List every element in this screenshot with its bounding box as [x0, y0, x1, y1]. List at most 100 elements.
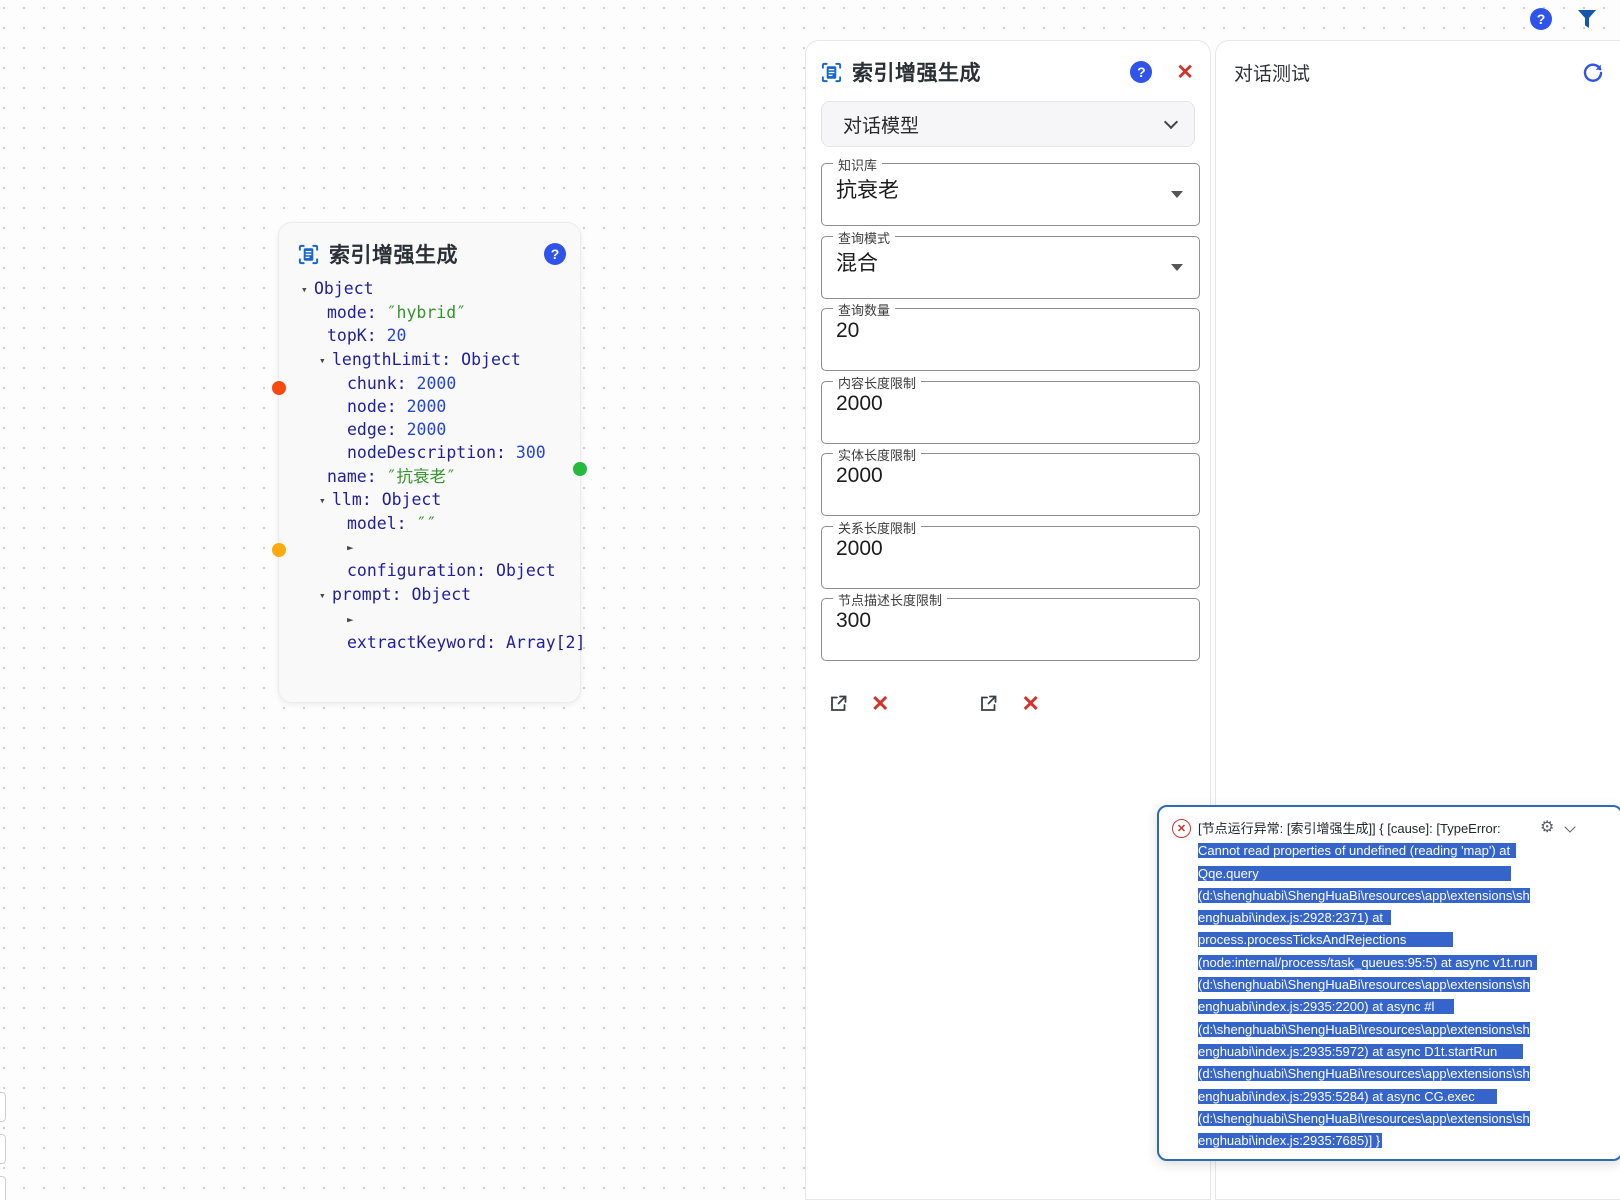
- tree-row[interactable]: model: ″″: [279, 512, 580, 535]
- tree-key: Object: [314, 279, 374, 298]
- form-field[interactable]: 查询数量 20: [821, 300, 1200, 371]
- tree-row[interactable]: nodeDescription: 300: [279, 441, 580, 464]
- expand-arrow-icon[interactable]: ►: [347, 536, 360, 559]
- form-field[interactable]: 关系长度限制 2000: [821, 517, 1200, 589]
- tree-row[interactable]: ►:: [279, 607, 580, 631]
- tree-key: lengthLimit: [332, 349, 442, 369]
- panel-title: 索引增强生成: [852, 62, 981, 85]
- node-icon: [820, 61, 843, 84]
- node-json-tree: ▾Object: mode: ″hybrid″ topK: 20 ▾length…: [279, 273, 585, 654]
- remove-button[interactable]: ✕: [1021, 692, 1039, 715]
- remove-button[interactable]: ✕: [871, 692, 889, 715]
- toolbar-button[interactable]: ▣: [0, 1176, 6, 1200]
- workflow-editor: { "accent": { "blue": "#2f54eb", "icon_b…: [0, 0, 1620, 1200]
- open-external-icon[interactable]: [828, 693, 849, 714]
- chevron-down-icon[interactable]: [1564, 820, 1577, 833]
- tree-value: 300: [515, 443, 546, 463]
- error-circle-x-icon: ✕: [1172, 819, 1191, 838]
- expand-arrow-icon[interactable]: ▾: [301, 278, 314, 301]
- field-label: 节点描述长度限制: [833, 590, 948, 609]
- field-value: 20: [836, 319, 860, 342]
- form-field[interactable]: 知识库 抗衰老: [821, 155, 1200, 226]
- field-value: 300: [836, 609, 872, 632]
- field-value: 抗衰老: [836, 179, 899, 202]
- node-help-button[interactable]: ?: [544, 243, 566, 265]
- tree-row[interactable]: configuration: Object: [279, 559, 580, 582]
- tree-row[interactable]: ▾ lengthLimit: Object: [279, 348, 580, 372]
- tree-value: ″″: [416, 514, 437, 534]
- tree-row[interactable]: topK: 20: [279, 324, 580, 347]
- tree-value: Object: [411, 584, 472, 604]
- refresh-icon[interactable]: [1582, 62, 1604, 84]
- toolbar-button[interactable]: –: [0, 1134, 6, 1164]
- tree-row[interactable]: chunk: 2000: [279, 372, 580, 395]
- tree-row[interactable]: ▾ prompt: Object: [279, 583, 580, 607]
- error-message: [节点运行异常: [索引增强生成]] { [cause]: [TypeError…: [1198, 818, 1537, 1152]
- gear-icon[interactable]: ⚙: [1540, 820, 1554, 836]
- error-line: (d:\shenghuabi\ShengHuaBi\resources\app\…: [1198, 1021, 1530, 1037]
- tree-row[interactable]: extractKeyword: Array[2]: [279, 631, 585, 654]
- expand-arrow-icon[interactable]: ▾: [319, 489, 332, 512]
- node-icon: [297, 243, 320, 266]
- tree-row[interactable]: ►:: [279, 535, 580, 559]
- workflow-node-index-augmented-generation[interactable]: 索引增强生成 ? ▾Object: mode: ″hybrid″ topK: 2…: [272, 222, 587, 703]
- error-line: Cannot read properties of undefined (rea…: [1198, 840, 1536, 862]
- filter-funnel-icon[interactable]: [1576, 7, 1598, 31]
- tree-row[interactable]: ▾Object:: [279, 277, 580, 301]
- error-line: enghuabi\index.js:2935:5284) at async CG…: [1198, 1086, 1536, 1108]
- field-label: 查询数量: [833, 300, 896, 319]
- toolbar-button[interactable]: –: [0, 1092, 6, 1122]
- expand-arrow-icon[interactable]: ▾: [319, 584, 332, 607]
- tree-value: ″抗衰老″: [386, 466, 456, 486]
- tree-row[interactable]: mode: ″hybrid″: [279, 301, 580, 324]
- caret-down-icon: [1171, 191, 1183, 198]
- topbar-icons: ?: [1530, 7, 1598, 31]
- form-field[interactable]: 节点描述长度限制 300: [821, 590, 1200, 661]
- field-label: 实体长度限制: [833, 445, 922, 464]
- error-line: enghuabi\index.js:2935:2200) at async #l: [1198, 996, 1536, 1018]
- error-line: process.processTicksAndRejections: [1198, 929, 1536, 951]
- panel-help-button[interactable]: ?: [1130, 61, 1153, 83]
- tree-value: 2000: [406, 397, 447, 417]
- error-line: enghuabi\index.js:2935:7685)] }: [1198, 1133, 1383, 1149]
- error-line: enghuabi\index.js:2928:2371) at: [1198, 907, 1536, 929]
- tree-value: Object: [461, 349, 521, 369]
- node-config-panel: 索引增强生成 ? ✕ 对话模型 知识库 抗衰老 查询模式 混合 查询数量 20 …: [805, 40, 1211, 1200]
- form-field[interactable]: 内容长度限制 2000: [821, 372, 1200, 444]
- form-field[interactable]: 查询模式 混合: [821, 227, 1200, 299]
- expand-arrow-icon[interactable]: ▾: [319, 349, 332, 372]
- error-toast[interactable]: ✕ [节点运行异常: [索引增强生成]] { [cause]: [TypeErr…: [1157, 805, 1620, 1161]
- global-help-button[interactable]: ?: [1530, 8, 1552, 30]
- tree-row[interactable]: edge: 2000: [279, 418, 580, 441]
- error-line: (node:internal/process/task_queues:95:5)…: [1198, 952, 1537, 974]
- tree-row[interactable]: node: 2000: [279, 395, 580, 418]
- error-line: (d:\shenghuabi\ShengHuaBi\resources\app\…: [1198, 887, 1530, 903]
- caret-down-icon: [1171, 263, 1183, 271]
- input-handle-red[interactable]: [272, 381, 286, 395]
- form-field[interactable]: 实体长度限制 2000: [821, 445, 1200, 516]
- config-fields: 知识库 抗衰老 查询模式 混合 查询数量 20 内容长度限制 2000 实体长度…: [806, 155, 1210, 661]
- tree-value: 2000: [416, 373, 457, 393]
- tree-key: prompt: [332, 584, 392, 604]
- field-label: 查询模式: [833, 227, 896, 247]
- tree-value: Object: [381, 489, 442, 509]
- field-value: 2000: [836, 464, 883, 487]
- error-line: (d:\shenghuabi\ShengHuaBi\resources\app\…: [1198, 1110, 1530, 1126]
- canvas-zoom-toolbar: – – ▣: [0, 1092, 8, 1200]
- node-title: 索引增强生成: [329, 244, 458, 267]
- field-value: 混合: [836, 251, 878, 275]
- tree-key: nodeDescription: [347, 443, 497, 463]
- error-line: enghuabi\index.js:2935:5972) at async D1…: [1198, 1041, 1536, 1063]
- open-external-icon[interactable]: [978, 693, 999, 714]
- tree-key: edge: [347, 420, 387, 440]
- chat-test-title: 对话测试: [1234, 64, 1311, 85]
- output-handle-green[interactable]: [573, 462, 587, 476]
- tree-key: mode: [327, 303, 367, 323]
- expand-arrow-icon[interactable]: ►: [347, 608, 360, 631]
- tree-row[interactable]: name: ″抗衰老″: [279, 465, 580, 488]
- tree-row[interactable]: ▾ llm: Object: [279, 488, 580, 512]
- chat-model-section-toggle[interactable]: 对话模型: [821, 101, 1195, 147]
- tree-value: Array[2]: [505, 633, 586, 653]
- input-handle-amber[interactable]: [272, 543, 286, 557]
- close-panel-button[interactable]: ✕: [1176, 62, 1194, 83]
